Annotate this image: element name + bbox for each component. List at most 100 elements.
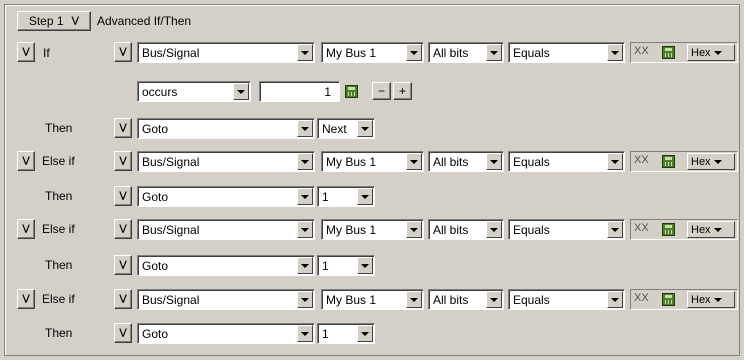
elseif-radix-button[interactable]: Hex — [687, 221, 735, 238]
dropdown-arrow-icon[interactable] — [486, 291, 502, 308]
dropdown-arrow-icon[interactable] — [357, 120, 373, 137]
chevron-down-double-icon: ⋁ — [22, 46, 30, 57]
if-bits-select[interactable]: All bits — [428, 42, 504, 63]
chevron-down-double-icon: ⋁ — [119, 122, 127, 133]
elseif-value-group: XX Hex — [630, 219, 738, 240]
dropdown-arrow-icon[interactable] — [297, 291, 313, 308]
then-target-select[interactable]: 1 — [317, 255, 375, 276]
if-bus-select[interactable]: My Bus 1 — [321, 42, 424, 63]
elseif-operator-select[interactable]: Equals — [508, 289, 625, 310]
increment-button[interactable]: + — [393, 82, 412, 100]
elseif-signal-menu-button[interactable]: ⋁ — [114, 151, 132, 171]
then-action-menu-button[interactable]: ⋁ — [114, 255, 132, 275]
elseif-row-menu-button[interactable]: ⋁ — [17, 289, 35, 309]
dropdown-arrow-icon[interactable] — [297, 188, 313, 205]
then-target-select[interactable]: Next — [317, 118, 375, 139]
dropdown-arrow-icon[interactable] — [297, 221, 313, 238]
dropdown-arrow-icon[interactable] — [486, 221, 502, 238]
if-signal-menu-button[interactable]: ⋁ — [114, 42, 132, 62]
dropdown-arrow-icon[interactable] — [607, 44, 623, 61]
occurs-mode-select[interactable]: occurs — [137, 81, 251, 102]
then-action-select[interactable]: Goto — [137, 323, 315, 344]
elseif-signal-menu-button[interactable]: ⋁ — [114, 219, 132, 239]
dropdown-arrow-icon — [713, 297, 722, 302]
chevron-down-double-icon: ⋁ — [119, 190, 127, 201]
elseif-radix-button[interactable]: Hex — [687, 153, 735, 170]
calculator-icon[interactable] — [662, 46, 675, 59]
calculator-icon[interactable] — [345, 85, 358, 98]
decrement-button[interactable]: − — [372, 82, 391, 100]
chevron-down-double-icon: ⋁ — [119, 293, 127, 304]
then-action-menu-button[interactable]: ⋁ — [114, 118, 132, 138]
elseif-value-field[interactable]: XX — [634, 292, 654, 307]
elseif-bits-select[interactable]: All bits — [428, 219, 504, 240]
elseif-bits-select[interactable]: All bits — [428, 289, 504, 310]
elseif-row-menu-button[interactable]: ⋁ — [17, 219, 35, 239]
if-label: If — [43, 46, 50, 60]
dropdown-arrow-icon[interactable] — [406, 44, 422, 61]
then-target-select[interactable]: 1 — [317, 323, 375, 344]
elseif-value-field[interactable]: XX — [634, 222, 654, 237]
dropdown-arrow-icon[interactable] — [607, 153, 623, 170]
dropdown-arrow-icon — [713, 227, 722, 232]
elseif-signal-select[interactable]: Bus/Signal — [137, 219, 315, 240]
dropdown-arrow-icon[interactable] — [486, 153, 502, 170]
if-value-field[interactable]: XX — [634, 45, 654, 60]
dropdown-arrow-icon[interactable] — [406, 221, 422, 238]
dropdown-arrow-icon[interactable] — [486, 44, 502, 61]
elseif-radix-button[interactable]: Hex — [687, 291, 735, 308]
elseif-row-menu-button[interactable]: ⋁ — [17, 151, 35, 171]
dropdown-arrow-icon[interactable] — [297, 44, 313, 61]
if-radix-button[interactable]: Hex — [687, 44, 735, 61]
then-label: Then — [45, 189, 73, 203]
dropdown-arrow-icon[interactable] — [297, 153, 313, 170]
chevron-down-double-icon: ⋁ — [22, 223, 30, 234]
dropdown-arrow-icon[interactable] — [233, 83, 249, 100]
if-operator-select[interactable]: Equals — [508, 42, 625, 63]
chevron-down-double-icon: ⋁ — [22, 293, 30, 304]
chevron-down-double-icon: ⋁ — [22, 155, 30, 166]
dropdown-arrow-icon[interactable] — [357, 257, 373, 274]
chevron-down-double-icon: ⋁ — [119, 155, 127, 166]
dropdown-arrow-icon[interactable] — [357, 188, 373, 205]
if-row-menu-button[interactable]: ⋁ — [17, 42, 35, 62]
if-signal-select[interactable]: Bus/Signal — [137, 42, 315, 63]
elseif-value-field[interactable]: XX — [634, 154, 654, 169]
dropdown-arrow-icon[interactable] — [406, 291, 422, 308]
elseif-bus-select[interactable]: My Bus 1 — [321, 289, 424, 310]
dropdown-arrow-icon — [713, 159, 722, 164]
elseif-bits-select[interactable]: All bits — [428, 151, 504, 172]
then-action-select[interactable]: Goto — [137, 118, 315, 139]
dropdown-arrow-icon[interactable] — [297, 257, 313, 274]
dropdown-arrow-icon[interactable] — [357, 325, 373, 342]
dropdown-arrow-icon[interactable] — [607, 221, 623, 238]
then-label: Then — [45, 121, 73, 135]
step-menu-button[interactable]: Step 1 ⋁ — [17, 11, 91, 31]
elseif-bus-select[interactable]: My Bus 1 — [321, 219, 424, 240]
if-value-group: XX Hex — [630, 42, 738, 63]
elseif-label: Else if — [42, 222, 75, 236]
elseif-signal-select[interactable]: Bus/Signal — [137, 289, 315, 310]
then-action-menu-button[interactable]: ⋁ — [114, 186, 132, 206]
then-action-select[interactable]: Goto — [137, 186, 315, 207]
dropdown-arrow-icon[interactable] — [607, 291, 623, 308]
elseif-bus-select[interactable]: My Bus 1 — [321, 151, 424, 172]
then-label: Then — [45, 326, 73, 340]
then-action-menu-button[interactable]: ⋁ — [114, 323, 132, 343]
dropdown-arrow-icon[interactable] — [297, 120, 313, 137]
dropdown-arrow-icon[interactable] — [297, 325, 313, 342]
elseif-operator-select[interactable]: Equals — [508, 219, 625, 240]
calculator-icon[interactable] — [662, 155, 675, 168]
elseif-operator-select[interactable]: Equals — [508, 151, 625, 172]
chevron-down-double-icon: ⋁ — [119, 259, 127, 270]
calculator-icon[interactable] — [662, 293, 675, 306]
then-target-select[interactable]: 1 — [317, 186, 375, 207]
elseif-signal-menu-button[interactable]: ⋁ — [114, 289, 132, 309]
panel-title: Advanced If/Then — [97, 14, 192, 28]
occurs-count-field[interactable]: 1 — [259, 81, 340, 102]
dropdown-arrow-icon[interactable] — [406, 153, 422, 170]
elseif-signal-select[interactable]: Bus/Signal — [137, 151, 315, 172]
calculator-icon[interactable] — [662, 223, 675, 236]
then-action-select[interactable]: Goto — [137, 255, 315, 276]
elseif-label: Else if — [42, 292, 75, 306]
